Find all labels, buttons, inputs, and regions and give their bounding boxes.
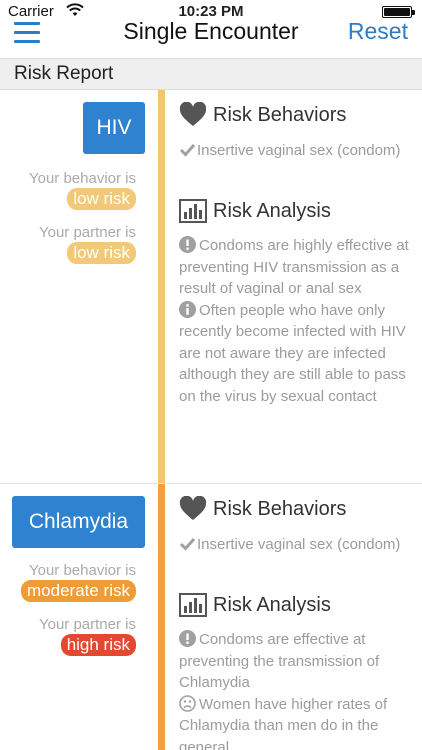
your-behavior-label: Your behavior is <box>28 170 136 187</box>
risk-analysis-text: Women have higher rates of Chlamydia tha… <box>179 695 388 750</box>
risk-summary: Chlamydia Your behavior is moderate risk… <box>0 484 158 750</box>
battery-icon <box>382 6 415 18</box>
risk-analysis-title: Risk Analysis <box>213 593 331 616</box>
risk-details: Risk Behaviors Insertive vaginal sex (co… <box>179 90 415 483</box>
your-behavior-risk-badge: low risk <box>67 188 136 210</box>
your-behavior-label: Your behavior is <box>28 562 136 579</box>
your-partner-risk-badge: low risk <box>67 242 136 264</box>
disease-button-hiv[interactable]: HIV <box>83 102 145 154</box>
disease-button-chlamydia[interactable]: Chlamydia <box>12 496 145 548</box>
bar-chart-icon <box>179 593 207 617</box>
risk-behavior-text: Insertive vaginal sex (condom) <box>197 142 401 159</box>
risk-behaviors-title: Risk Behaviors <box>213 497 347 520</box>
heart-icon <box>179 102 207 126</box>
section-header-title: Risk Report <box>14 63 114 84</box>
exclamation-icon <box>179 236 196 253</box>
risk-row-hiv: HIV Your behavior is low risk Your partn… <box>0 90 422 484</box>
risk-details: Risk Behaviors Insertive vaginal sex (co… <box>179 484 415 750</box>
risk-analysis-text: Often people who have only recently beco… <box>179 301 406 405</box>
risk-summary: HIV Your behavior is low risk Your partn… <box>0 90 158 483</box>
your-partner-risk-badge: high risk <box>60 634 136 656</box>
risk-behaviors-heading: Risk Behaviors <box>179 496 346 522</box>
risk-analysis-item: Condoms are highly effective at preventi… <box>179 235 415 407</box>
risk-analysis-text: Condoms are highly effective at preventi… <box>179 237 409 297</box>
risk-level-divider <box>158 484 165 750</box>
your-partner-label: Your partner is <box>38 616 136 633</box>
risk-row-chlamydia: Chlamydia Your behavior is moderate risk… <box>0 484 422 750</box>
risk-behaviors-title: Risk Behaviors <box>213 103 347 126</box>
risk-behavior-text: Insertive vaginal sex (condom) <box>197 536 401 553</box>
risk-analysis-heading: Risk Analysis <box>179 592 331 618</box>
risk-analysis-heading: Risk Analysis <box>179 198 331 224</box>
sad-face-icon <box>179 694 196 712</box>
risk-analysis-item: Condoms are effective at preventing the … <box>179 629 415 750</box>
risk-analysis-text: Condoms are effective at preventing the … <box>179 631 380 691</box>
info-icon <box>179 300 196 318</box>
risk-level-divider <box>158 90 165 483</box>
exclamation-icon <box>179 630 196 647</box>
risk-behavior-item: Insertive vaginal sex (condom) <box>179 140 415 162</box>
reset-button[interactable]: Reset <box>348 18 408 45</box>
check-icon <box>179 143 196 157</box>
your-behavior-risk-badge: moderate risk <box>21 580 136 602</box>
risk-behavior-item: Insertive vaginal sex (condom) <box>179 534 415 556</box>
nav-bar: Single Encounter Reset <box>0 18 422 58</box>
heart-icon <box>179 496 207 520</box>
risk-behaviors-heading: Risk Behaviors <box>179 102 346 128</box>
bar-chart-icon <box>179 199 207 223</box>
status-bar: Carrier 10:23 PM <box>0 0 422 20</box>
check-icon <box>179 537 196 551</box>
your-partner-label: Your partner is <box>38 224 136 241</box>
risk-analysis-title: Risk Analysis <box>213 199 331 222</box>
section-header: Risk Report <box>0 58 422 90</box>
